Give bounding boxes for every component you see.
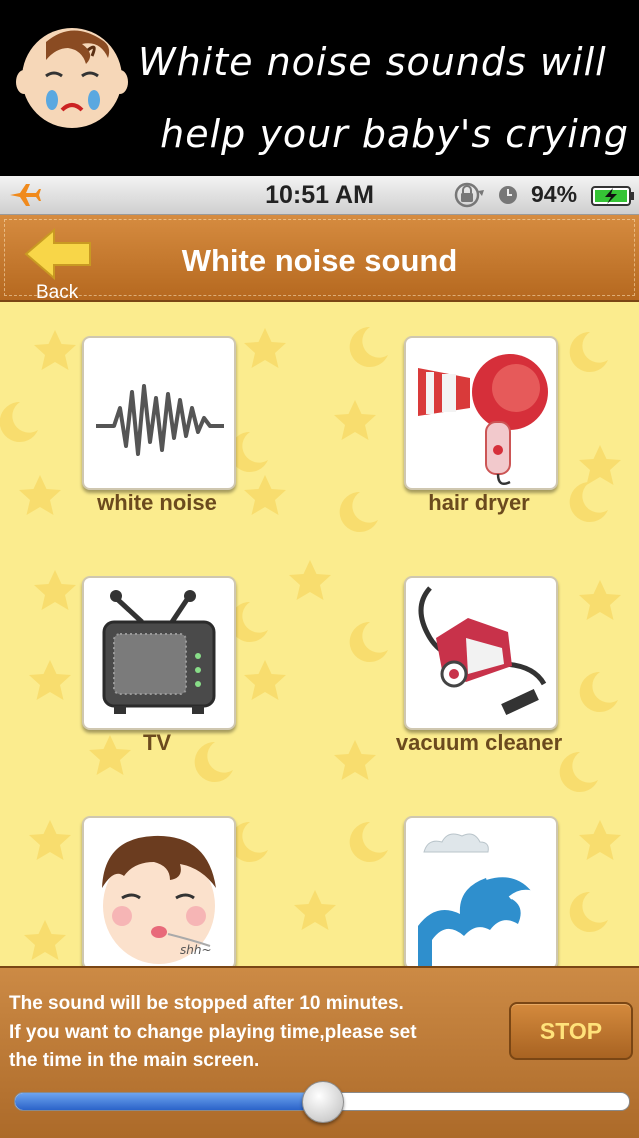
sound-tile-ocean-wave[interactable]: [404, 816, 558, 966]
status-bar: 10:51 AM 94%: [0, 176, 639, 215]
rotation-lock-icon: [454, 182, 484, 208]
footer-panel: The sound will be stopped after 10 minut…: [0, 966, 639, 1138]
promo-line-1: White noise sounds will: [138, 40, 607, 84]
battery-charging-icon: [591, 186, 634, 206]
slider-thumb[interactable]: [302, 1081, 344, 1123]
tv-icon: [102, 590, 216, 714]
sound-tile-shushing[interactable]: shh~: [82, 816, 236, 966]
shh-badge: shh~: [180, 943, 212, 957]
alarm-clock-icon: [499, 186, 517, 204]
timer-message: The sound will be stopped after 10 minut…: [9, 990, 499, 1076]
back-label: Back: [36, 282, 79, 303]
sound-tile-tv[interactable]: [82, 576, 236, 730]
timer-message-line-1: The sound will be stopped after 10 minut…: [9, 993, 404, 1014]
waveform-icon: [96, 384, 224, 456]
sound-label-vacuum-cleaner: vacuum cleaner: [395, 730, 563, 755]
volume-slider[interactable]: [14, 1081, 630, 1123]
promo-banner: White noise sounds will help your baby's…: [0, 0, 639, 176]
timer-message-line-3: the time in the main screen.: [9, 1050, 260, 1071]
sound-label-white-noise: white noise: [97, 490, 217, 515]
stop-button[interactable]: STOP: [509, 1002, 633, 1060]
shushing-face-icon: shh~: [102, 835, 216, 964]
sound-tile-vacuum-cleaner[interactable]: [404, 576, 558, 730]
sound-tile-white-noise[interactable]: [82, 336, 236, 490]
promo-line-2: help your baby's crying: [160, 112, 629, 156]
vacuum-cleaner-icon: [418, 586, 547, 716]
navigation-bar: Back White noise sound: [0, 215, 639, 303]
crying-baby-icon: [16, 28, 128, 128]
sound-label-hair-dryer: hair dryer: [428, 490, 530, 515]
hair-dryer-icon: [418, 354, 548, 485]
page-title: White noise sound: [181, 243, 458, 278]
timer-message-line-2: If you want to change playing time,pleas…: [9, 1021, 417, 1043]
sound-tile-hair-dryer[interactable]: [404, 336, 558, 490]
sound-label-tv: TV: [142, 730, 172, 755]
slider-fill: [15, 1093, 322, 1110]
ocean-wave-icon: [418, 833, 542, 966]
sound-grid: white noise hair dryer TV vacuum cleaner…: [0, 302, 639, 966]
battery-percentage: 94%: [531, 181, 578, 207]
